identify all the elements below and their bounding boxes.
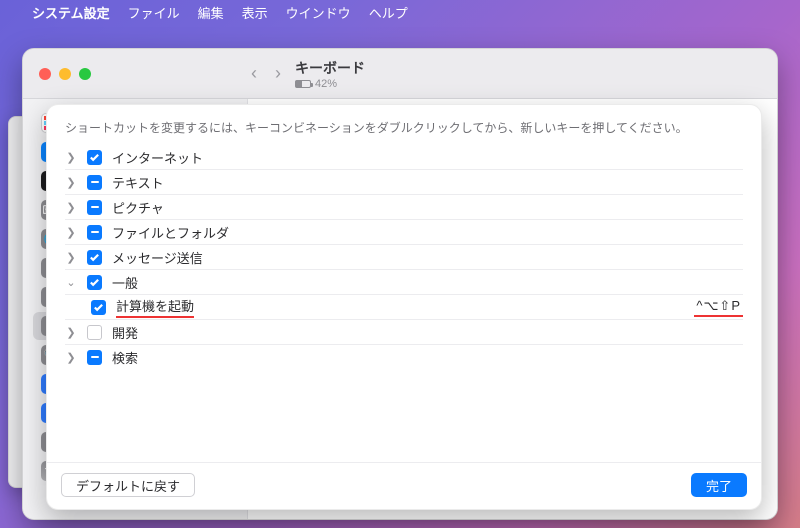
checkbox[interactable]	[87, 200, 102, 215]
checkbox[interactable]	[87, 175, 102, 190]
window-traffic-lights	[23, 68, 247, 80]
window-subtitle: 42%	[295, 78, 365, 90]
restore-defaults-button[interactable]: デフォルトに戻す	[61, 473, 195, 497]
disclosure-triangle-icon[interactable]: ❯	[65, 326, 77, 339]
checkbox[interactable]	[87, 275, 102, 290]
category-row-messaging[interactable]: ❯ メッセージ送信	[51, 245, 757, 269]
category-label: 一般	[112, 273, 138, 292]
disclosure-triangle-icon[interactable]: ❯	[65, 351, 77, 364]
menubar-item-view[interactable]: 表示	[242, 3, 268, 22]
category-row-internet[interactable]: ❯ インターネット	[51, 145, 757, 169]
disclosure-triangle-icon[interactable]: ❯	[65, 201, 77, 214]
shortcut-keys[interactable]: ^⌥⇧P	[694, 298, 743, 317]
window-title: キーボード	[295, 58, 365, 78]
menubar-item-window[interactable]: ウインドウ	[286, 3, 351, 22]
category-label: インターネット	[112, 148, 203, 167]
panel-hint-text: ショートカットを変更するには、キーコンビネーションをダブルクリックしてから、新し…	[47, 105, 761, 145]
shortcuts-panel: ショートカットを変更するには、キーコンビネーションをダブルクリックしてから、新し…	[46, 104, 762, 510]
checkbox[interactable]	[91, 300, 106, 315]
checkbox[interactable]	[87, 150, 102, 165]
checkbox[interactable]	[87, 350, 102, 365]
category-row-pictures[interactable]: ❯ ピクチャ	[51, 195, 757, 219]
battery-percentage: 42%	[315, 78, 337, 90]
checkbox[interactable]	[87, 250, 102, 265]
disclosure-triangle-icon[interactable]: ❯	[65, 151, 77, 164]
category-label: 開発	[112, 323, 138, 342]
back-button[interactable]: ‹	[251, 63, 257, 84]
done-button[interactable]: 完了	[691, 473, 747, 497]
category-row-files-folders[interactable]: ❯ ファイルとフォルダ	[51, 220, 757, 244]
category-label: ピクチャ	[112, 198, 164, 217]
window-minimize-button[interactable]	[59, 68, 71, 80]
category-row-text[interactable]: ❯ テキスト	[51, 170, 757, 194]
category-label: ファイルとフォルダ	[112, 223, 229, 242]
forward-button[interactable]: ›	[275, 63, 281, 84]
category-label: メッセージ送信	[112, 248, 203, 267]
menubar-item-edit[interactable]: 編集	[198, 3, 224, 22]
shortcuts-list: ❯ インターネット ❯ テキスト ❯ ピクチャ ❯ ファイルとフォルダ ❯ メッ…	[47, 145, 761, 462]
window-close-button[interactable]	[39, 68, 51, 80]
checkbox[interactable]	[87, 325, 102, 340]
disclosure-triangle-icon[interactable]: ❯	[65, 251, 77, 264]
category-label: テキスト	[112, 173, 164, 192]
service-row-launch-calculator[interactable]: 計算機を起動 ^⌥⇧P	[51, 295, 757, 319]
battery-icon	[295, 80, 311, 88]
menubar: システム設定 ファイル 編集 表示 ウインドウ ヘルプ	[0, 0, 800, 24]
disclosure-triangle-icon[interactable]: ❯	[65, 176, 77, 189]
panel-footer: デフォルトに戻す 完了	[47, 462, 761, 509]
window-titlebar: ‹ › キーボード 42%	[23, 49, 777, 99]
service-label: 計算機を起動	[116, 296, 194, 318]
menubar-item-help[interactable]: ヘルプ	[369, 3, 408, 22]
menubar-item-file[interactable]: ファイル	[128, 3, 180, 22]
category-row-development[interactable]: ❯ 開発	[51, 320, 757, 344]
disclosure-triangle-icon[interactable]: ⌄	[65, 276, 77, 289]
disclosure-triangle-icon[interactable]: ❯	[65, 226, 77, 239]
category-row-general[interactable]: ⌄ 一般	[51, 270, 757, 294]
menubar-app-name[interactable]: システム設定	[32, 3, 110, 22]
category-label: 検索	[112, 348, 138, 367]
window-zoom-button[interactable]	[79, 68, 91, 80]
category-row-searching[interactable]: ❯ 検索	[51, 345, 757, 369]
checkbox[interactable]	[87, 225, 102, 240]
